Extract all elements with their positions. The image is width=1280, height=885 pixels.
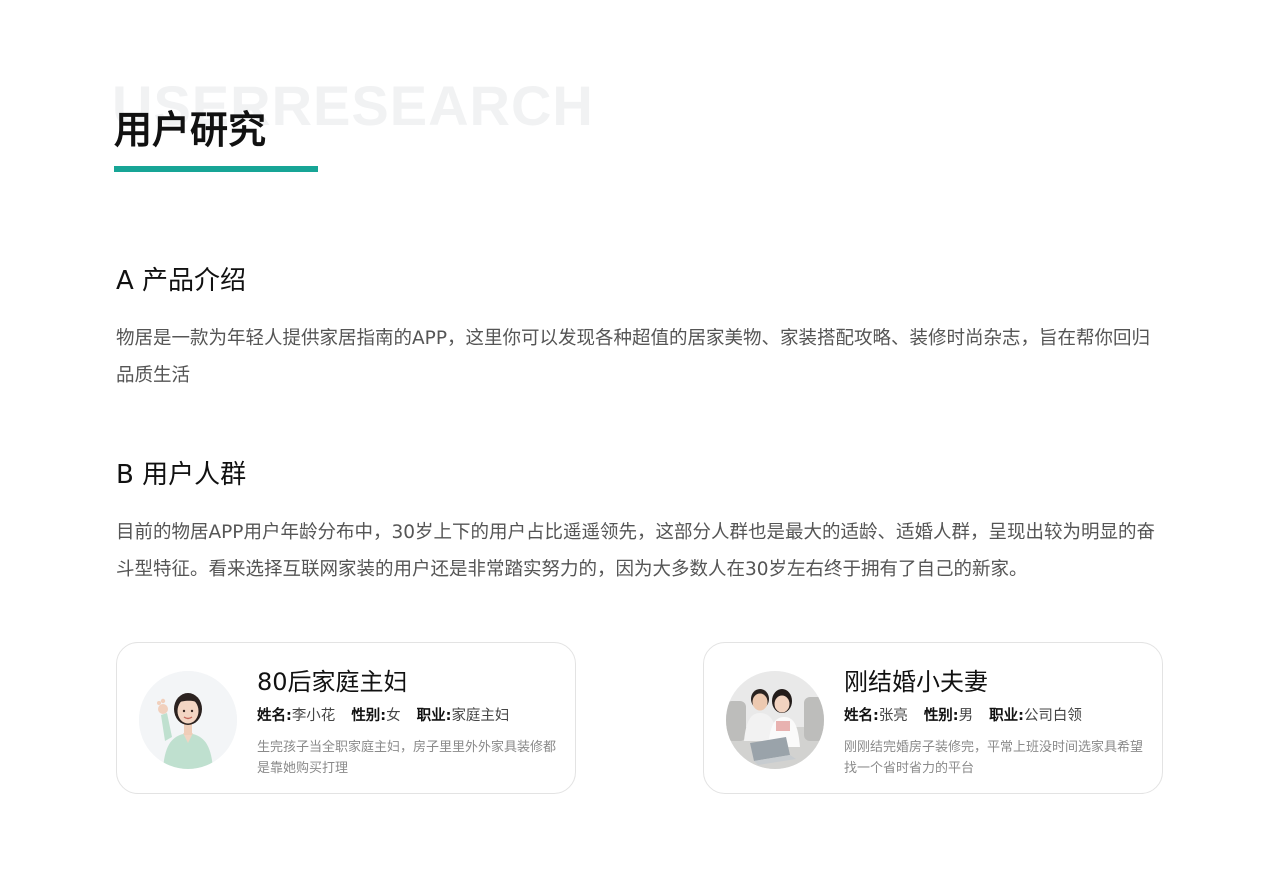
persona-description: 刚刚结完婚房子装修完，平常上班没时间选家具希望找一个省时省力的平台 <box>844 740 1144 776</box>
gender-value: 女 <box>386 708 401 724</box>
persona-name: 姓名: 张亮 <box>844 705 908 727</box>
name-label: 姓名: <box>257 708 292 724</box>
persona-meta: 姓名: 李小花 性别: 女 职业: 家庭主妇 <box>257 705 509 727</box>
persona-title: 80后家庭主妇 <box>257 668 408 696</box>
avatar <box>726 671 824 769</box>
persona-card-housewife: 80后家庭主妇 姓名: 李小花 性别: 女 职业: 家庭主妇 生完孩子当全职家庭… <box>116 642 576 794</box>
section-body-users: 目前的物居APP用户年龄分布中，30岁上下的用户占比遥遥领先，这部分人群也是最大… <box>116 522 1156 580</box>
persona-description: 生完孩子当全职家庭主妇，房子里里外外家具装修都是靠她购买打理 <box>257 740 557 776</box>
name-label: 姓名: <box>844 708 879 724</box>
persona-job: 职业: 公司白领 <box>989 705 1082 727</box>
persona-card-young-couple: 刚结婚小夫妻 姓名: 张亮 性别: 男 职业: 公司白领 刚刚结完婚房子装修完，… <box>703 642 1163 794</box>
persona-meta: 姓名: 张亮 性别: 男 职业: 公司白领 <box>844 705 1082 727</box>
avatar <box>139 671 237 769</box>
gender-label: 性别: <box>923 708 959 724</box>
job-value: 家庭主妇 <box>451 708 510 724</box>
gender-value: 男 <box>958 708 974 724</box>
persona-title: 刚结婚小夫妻 <box>844 668 988 696</box>
job-label: 职业: <box>416 708 452 724</box>
couple-on-sofa-icon <box>726 671 824 769</box>
gender-label: 性别: <box>351 708 387 724</box>
persona-job: 职业: 家庭主妇 <box>417 705 510 727</box>
woman-ok-gesture-icon <box>139 671 237 769</box>
section-heading-product: A 产品介绍 <box>116 266 247 296</box>
title-underline <box>114 166 318 172</box>
name-value: 李小花 <box>291 708 336 724</box>
name-value: 张亮 <box>878 708 908 724</box>
page-title: 用户研究 <box>114 108 267 152</box>
job-label: 职业: <box>989 708 1024 724</box>
job-value: 公司白领 <box>1023 708 1082 724</box>
persona-gender: 性别: 女 <box>351 705 400 727</box>
persona-gender: 性别: 男 <box>924 705 973 727</box>
section-body-product: 物居是一款为年轻人提供家居指南的APP，这里你可以发现各种超值的居家美物、家装搭… <box>116 328 1150 386</box>
persona-name: 姓名: 李小花 <box>257 705 335 727</box>
section-heading-users: B 用户人群 <box>116 460 247 490</box>
